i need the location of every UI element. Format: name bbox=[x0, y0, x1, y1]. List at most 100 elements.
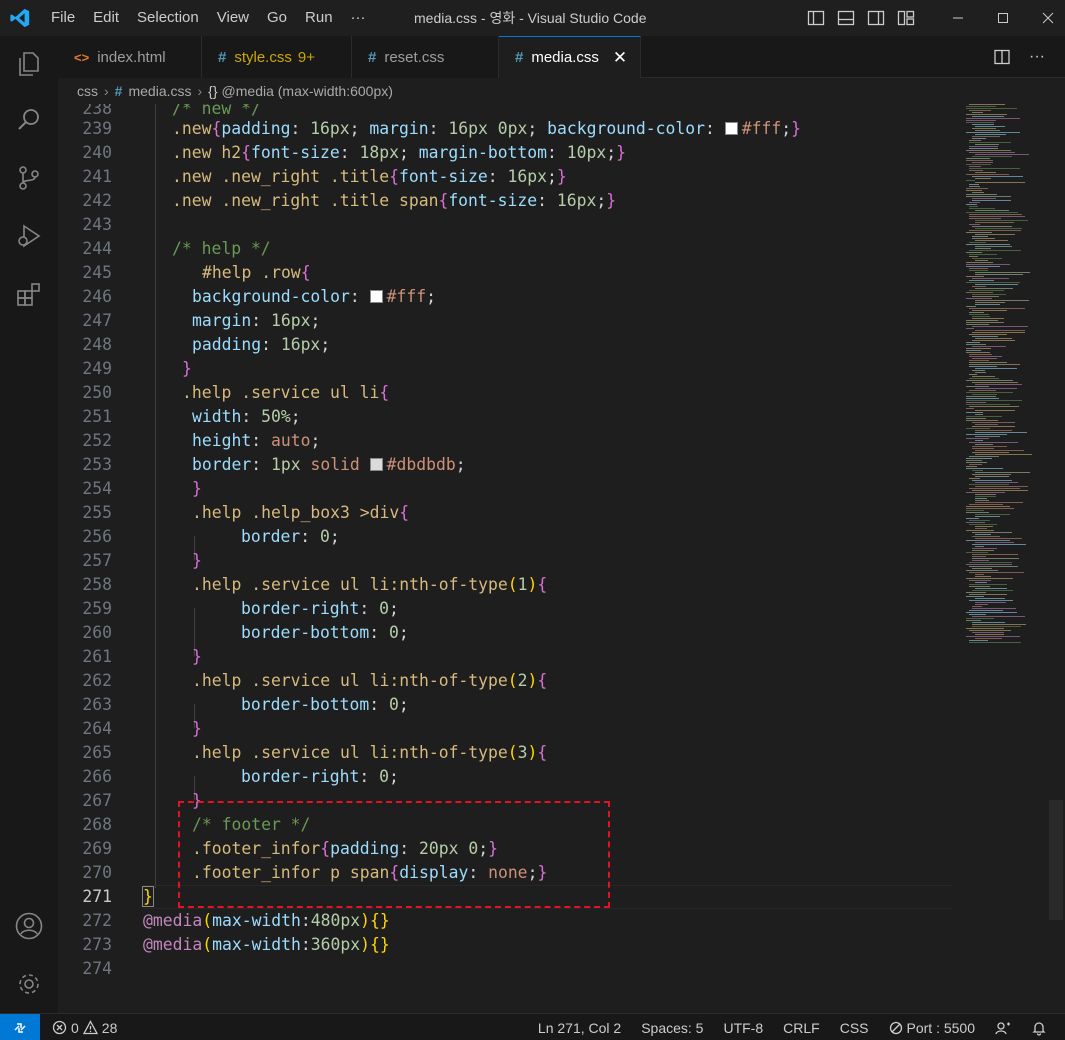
minimize-button[interactable] bbox=[935, 0, 980, 36]
menu-selection[interactable]: Selection bbox=[128, 0, 208, 36]
scrollbar-thumb[interactable] bbox=[1049, 800, 1063, 920]
minimap-line bbox=[972, 626, 1021, 627]
tab-index-html[interactable]: <> index.html bbox=[58, 36, 202, 78]
minimap-line bbox=[969, 566, 1018, 567]
minimap-line bbox=[966, 386, 989, 387]
minimap[interactable] bbox=[964, 104, 1054, 664]
minimap-line bbox=[969, 166, 981, 167]
menu-more[interactable]: ··· bbox=[342, 0, 375, 36]
maximize-button[interactable] bbox=[980, 0, 1025, 36]
minimap-line bbox=[966, 578, 1013, 579]
split-editor-icon[interactable] bbox=[993, 48, 1011, 66]
source-control-button[interactable] bbox=[0, 154, 58, 202]
language-mode[interactable]: CSS bbox=[840, 1020, 869, 1036]
accounts-feedback-icon[interactable] bbox=[995, 1020, 1011, 1036]
minimap-line bbox=[966, 174, 1009, 175]
problems-badge: 9+ bbox=[297, 48, 315, 66]
minimap-line bbox=[966, 552, 988, 553]
encoding[interactable]: UTF-8 bbox=[723, 1020, 763, 1036]
remote-indicator[interactable] bbox=[0, 1014, 40, 1040]
indentation[interactable]: Spaces: 5 bbox=[641, 1020, 703, 1036]
minimap-line bbox=[972, 310, 1007, 311]
minimap-line bbox=[972, 560, 989, 561]
minimap-line bbox=[966, 518, 979, 519]
minimap-line bbox=[975, 424, 998, 425]
minimap-line bbox=[975, 588, 1007, 589]
tab-media-css[interactable]: # media.css ✕ bbox=[499, 36, 641, 78]
minimap-line bbox=[972, 536, 1000, 537]
close-tab-icon[interactable]: ✕ bbox=[613, 48, 627, 68]
accounts-button[interactable] bbox=[0, 902, 58, 950]
minimap-line bbox=[972, 346, 1006, 347]
chevron-right-icon: › bbox=[104, 83, 109, 99]
toggle-secondary-sidebar-icon[interactable] bbox=[866, 8, 886, 28]
toggle-primary-sidebar-icon[interactable] bbox=[806, 8, 826, 28]
minimap-line bbox=[975, 576, 991, 577]
minimap-line bbox=[972, 336, 998, 337]
minimap-line bbox=[975, 178, 991, 179]
run-debug-button[interactable] bbox=[0, 212, 58, 260]
more-actions-icon[interactable]: ··· bbox=[1029, 48, 1045, 66]
minimap-line bbox=[966, 408, 974, 409]
problems-status[interactable]: 0 28 bbox=[52, 1014, 117, 1040]
minimap-line bbox=[966, 322, 1004, 323]
customize-layout-icon[interactable] bbox=[896, 8, 916, 28]
tab-style-css[interactable]: # style.css 9+ bbox=[202, 36, 352, 78]
code-line: 249} bbox=[82, 359, 192, 378]
minimap-line bbox=[966, 506, 1010, 507]
menu-view[interactable]: View bbox=[208, 0, 258, 36]
breadcrumb-symbol[interactable]: @media (max-width:600px) bbox=[222, 83, 393, 99]
minimap-line bbox=[975, 304, 1000, 305]
minimap-line bbox=[969, 256, 978, 257]
minimap-line bbox=[972, 112, 983, 113]
error-count: 0 bbox=[71, 1019, 79, 1036]
menu-run[interactable]: Run bbox=[296, 0, 342, 36]
extensions-button[interactable] bbox=[0, 270, 58, 318]
minimap-line bbox=[975, 538, 1022, 539]
minimap-line bbox=[972, 176, 1023, 177]
manage-button[interactable] bbox=[0, 960, 58, 1008]
end-of-line[interactable]: CRLF bbox=[783, 1020, 820, 1036]
cursor-position[interactable]: Ln 271, Col 2 bbox=[538, 1020, 621, 1036]
breadcrumb: css › # media.css › {} @media (max-width… bbox=[58, 79, 393, 103]
minimap-line bbox=[975, 274, 1023, 275]
tab-label: media.css bbox=[531, 49, 599, 66]
minimap-line bbox=[972, 608, 1016, 609]
tab-reset-css[interactable]: # reset.css bbox=[352, 36, 499, 78]
minimap-line bbox=[966, 352, 990, 353]
close-window-button[interactable] bbox=[1025, 0, 1065, 36]
search-button[interactable] bbox=[0, 96, 58, 144]
minimap-line bbox=[975, 126, 1005, 127]
menu-edit[interactable]: Edit bbox=[84, 0, 128, 36]
minimap-line bbox=[966, 328, 974, 329]
code-line: 244/* help */ bbox=[82, 239, 271, 258]
no-symbol-icon bbox=[889, 1021, 902, 1034]
minimap-line bbox=[975, 410, 1015, 411]
explorer-button[interactable] bbox=[0, 40, 58, 88]
bell-icon[interactable] bbox=[1031, 1020, 1047, 1036]
minimap-line bbox=[966, 618, 994, 619]
css-hash-icon: # bbox=[368, 48, 377, 66]
code-editor[interactable]: 238/* new */ 239 .new{padding: 16px; marg… bbox=[58, 104, 1065, 1013]
breadcrumb-file[interactable]: media.css bbox=[128, 83, 191, 99]
menu-file[interactable]: File bbox=[42, 0, 84, 36]
minimap-line bbox=[966, 530, 994, 531]
code-line: 266 border-right: 0; bbox=[82, 767, 399, 786]
minimap-line bbox=[969, 640, 988, 641]
minimap-line bbox=[972, 128, 996, 129]
menu-go[interactable]: Go bbox=[258, 0, 296, 36]
toggle-panel-icon[interactable] bbox=[836, 8, 856, 28]
css-hash-icon: # bbox=[515, 49, 524, 66]
minimap-line bbox=[975, 496, 996, 497]
breadcrumb-folder[interactable]: css bbox=[77, 83, 98, 99]
vscode-logo-icon[interactable] bbox=[9, 7, 31, 29]
minimap-line bbox=[966, 404, 1010, 405]
minimap-line bbox=[975, 234, 1015, 235]
minimap-line bbox=[966, 400, 1022, 401]
minimap-line bbox=[972, 236, 988, 237]
live-server-port[interactable]: Port : 5500 bbox=[889, 1020, 975, 1036]
minimap-line bbox=[966, 564, 1012, 565]
activity-bar bbox=[0, 36, 58, 1013]
minimap-line bbox=[966, 122, 994, 123]
minimap-line bbox=[975, 430, 1012, 431]
